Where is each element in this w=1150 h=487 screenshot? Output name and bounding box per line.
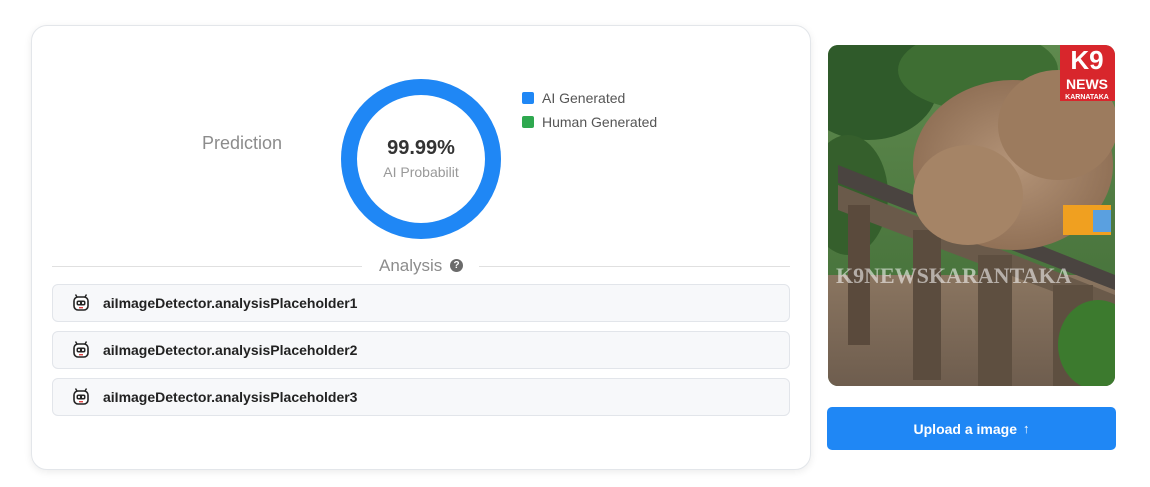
- ai-probability-donut: 99.99% AI Probabilit: [340, 78, 502, 240]
- donut-center: 99.99% AI Probabilit: [340, 78, 502, 240]
- legend: AI Generated Human Generated: [522, 86, 657, 134]
- robot-icon: [73, 341, 89, 358]
- divider-line-right: [479, 266, 790, 267]
- image-watermark: K9NEWSKARANTAKA: [836, 263, 1072, 288]
- prediction-card: Prediction 99.99% AI Probabilit AI Gener…: [31, 25, 811, 470]
- logo-region: KARNATAKA: [1065, 94, 1109, 101]
- analysis-row: aiImageDetector.analysisPlaceholder3: [52, 378, 790, 416]
- legend-label-ai: AI Generated: [542, 90, 626, 106]
- robot-icon: [73, 294, 89, 311]
- upload-button-label: Upload a image: [913, 420, 1017, 437]
- robot-icon: [73, 388, 89, 405]
- help-icon[interactable]: ?: [450, 259, 463, 272]
- legend-label-human: Human Generated: [542, 114, 658, 130]
- analysis-row-text: aiImageDetector.analysisPlaceholder2: [103, 342, 358, 358]
- ai-probability-value: 99.99%: [387, 136, 455, 159]
- analysis-row: aiImageDetector.analysisPlaceholder2: [52, 331, 790, 369]
- ai-probability-caption: AI Probabilit: [383, 163, 459, 180]
- news-image: K9 NEWS KARNATAKA K9NEWSKARANTAKA: [828, 45, 1115, 386]
- analysis-divider: Analysis ?: [52, 256, 790, 276]
- legend-item-human[interactable]: Human Generated: [522, 110, 657, 134]
- prediction-label: Prediction: [202, 133, 283, 153]
- analysis-row-text: aiImageDetector.analysisPlaceholder3: [103, 389, 358, 405]
- legend-swatch-human: [522, 116, 534, 128]
- legend-swatch-ai: [522, 92, 534, 104]
- upload-image-button[interactable]: Upload a image ↑: [827, 407, 1116, 450]
- upload-arrow-icon: ↑: [1022, 421, 1030, 436]
- logo-news: NEWS: [1066, 76, 1108, 92]
- uploaded-image-preview: K9 NEWS KARNATAKA K9NEWSKARANTAKA: [828, 45, 1115, 386]
- analysis-row: aiImageDetector.analysisPlaceholder1: [52, 284, 790, 322]
- analysis-row-text: aiImageDetector.analysisPlaceholder1: [103, 295, 358, 311]
- logo-k9: K9: [1070, 45, 1103, 75]
- divider-line-left: [52, 266, 362, 267]
- legend-item-ai[interactable]: AI Generated: [522, 86, 657, 110]
- analysis-title: Analysis: [379, 256, 443, 275]
